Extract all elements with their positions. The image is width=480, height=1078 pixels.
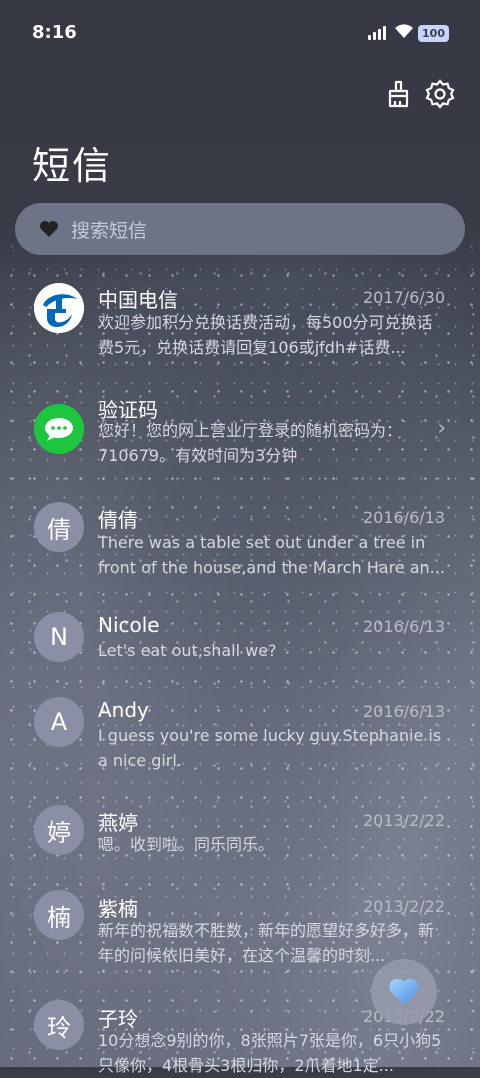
battery-indicator: 100 (418, 25, 449, 42)
broom-icon[interactable] (382, 78, 414, 110)
message-date: 2013/2/22 (362, 811, 445, 830)
signal-icon (368, 26, 386, 40)
message-date: 2016/6/13 (362, 617, 445, 636)
message-date: 2016/6/13 (362, 702, 445, 721)
search-bar[interactable]: 搜索短信 (15, 203, 465, 255)
status-bar: 8:16 100 (0, 0, 480, 64)
message-preview: 欢迎参加积分兑换话费活动，每500分可兑换话费5元，兑换话费请回复106或jfd… (98, 313, 433, 357)
contact-name: 中国电信 (98, 288, 178, 312)
message-preview: 10分想念9别的你，8张照片7张是你，6只小狗5只像你，4根骨头3根归你，2爪着… (98, 1031, 442, 1075)
message-preview: There was a table set out under a tree i… (98, 533, 445, 577)
avatar: N (34, 612, 84, 662)
message-preview: 您好！您的网上营业厅登录的随机密码为：710679。有效时间为3分钟 (98, 421, 403, 465)
message-preview: Let's eat out,shall we? (98, 641, 277, 660)
heart-icon (40, 221, 58, 237)
search-placeholder: 搜索短信 (71, 219, 148, 242)
contact-name: Andy (98, 698, 149, 722)
page-title: 短信 (32, 144, 113, 188)
chevron-right-icon[interactable]: › (437, 416, 446, 441)
contact-name: Nicole (98, 613, 160, 637)
avatar: 倩 (34, 502, 84, 552)
message-date: 2016/6/13 (362, 508, 445, 527)
message-preview: I guess you're some lucky guy.Stephanie … (98, 726, 442, 770)
avatar: 玲 (34, 1000, 84, 1050)
status-time: 8:16 (32, 22, 77, 43)
avatar: 楠 (34, 890, 84, 940)
floating-action-button[interactable] (371, 959, 437, 1025)
wifi-icon (395, 24, 413, 38)
message-date: 2017/6/30 (362, 288, 445, 307)
message-logo-icon (34, 404, 84, 454)
message-date: 2013/2/22 (362, 897, 445, 916)
telecom-logo-icon (34, 283, 84, 333)
gear-icon[interactable] (424, 78, 456, 110)
avatar: 婷 (34, 805, 84, 855)
heart-icon (389, 978, 419, 1005)
contact-name: 倩倩 (98, 508, 138, 532)
message-preview: 嗯。收到啦。同乐同乐。 (98, 835, 275, 854)
avatar: A (34, 697, 84, 747)
